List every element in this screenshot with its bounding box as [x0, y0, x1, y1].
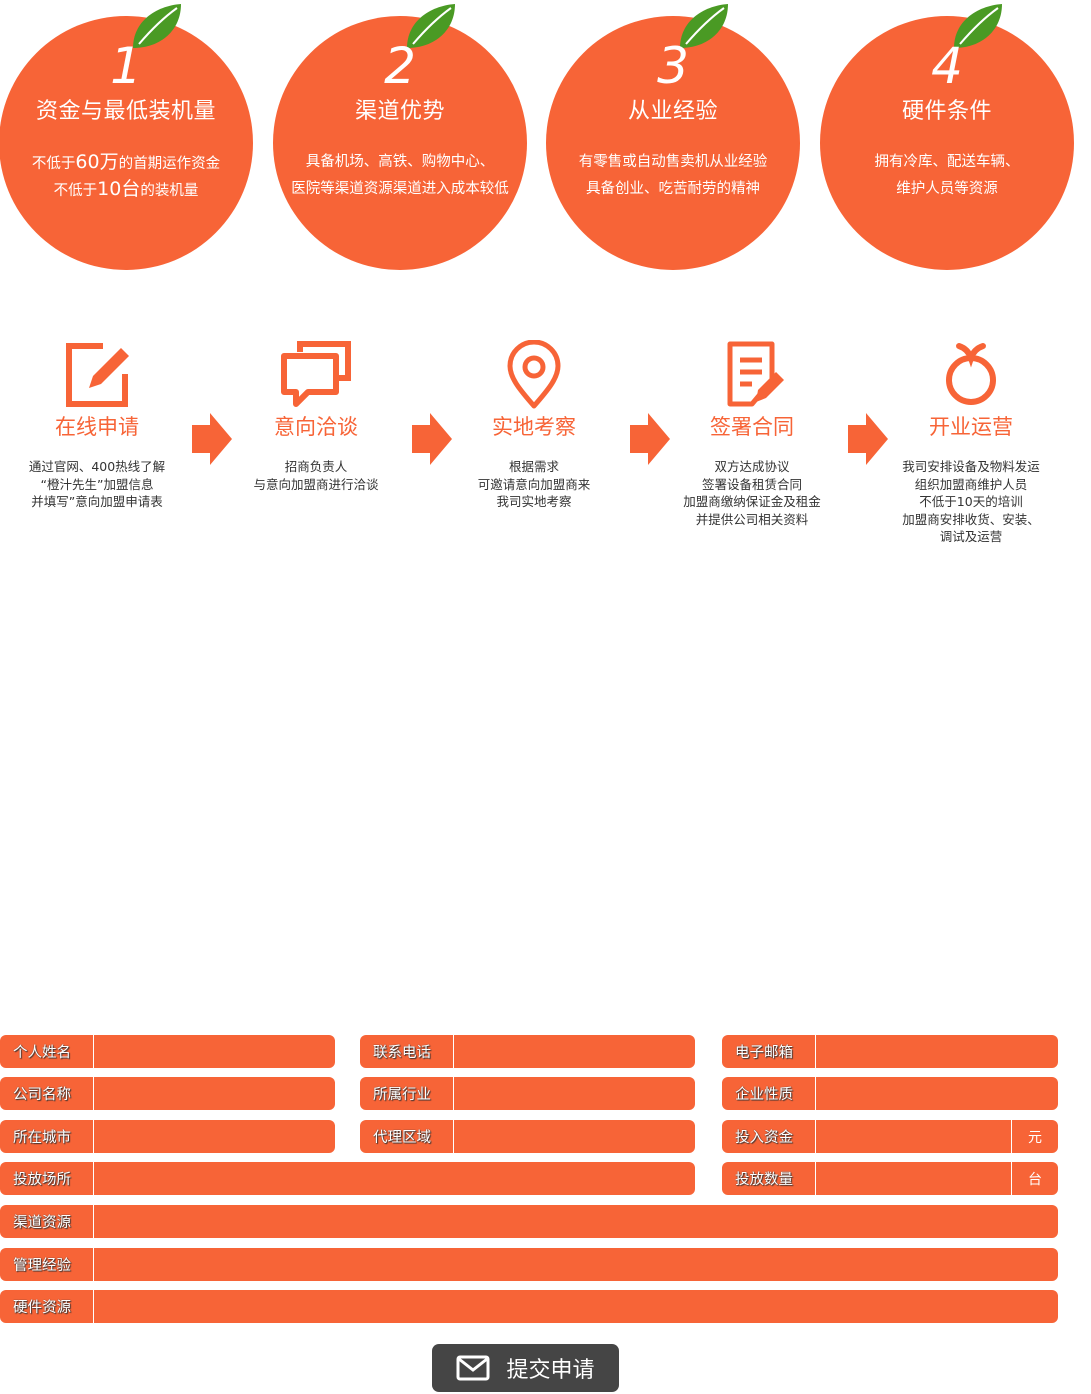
industry-field: 所属行业	[360, 1077, 695, 1110]
nature-label: 企业性质	[722, 1077, 816, 1110]
nature-field: 企业性质	[722, 1077, 1058, 1110]
requirement-number: 2	[384, 37, 416, 95]
hardware-input[interactable]	[94, 1290, 1058, 1323]
requirement-line: 具备创业、吃苦耐劳的精神	[586, 181, 760, 197]
process-step-inspect: 实地考察 根据需求 可邀请意向加盟商来 我司实地考察	[434, 340, 634, 511]
industry-input[interactable]	[454, 1077, 695, 1110]
email-field: 电子邮箱	[722, 1035, 1058, 1068]
mail-icon	[456, 1355, 490, 1381]
process-step-apply: 在线申请 通过官网、400热线了解 “橙汁先生”加盟信息 并填写”意向加盟申请表	[0, 340, 197, 511]
experience-field: 管理经验	[0, 1248, 1058, 1281]
requirement-title: 资金与最低装机量	[35, 99, 216, 124]
email-input[interactable]	[816, 1035, 1058, 1068]
name-field: 个人姓名	[0, 1035, 335, 1068]
step-description: 通过官网、400热线了解 “橙汁先生”加盟信息 并填写”意向加盟申请表	[28, 459, 166, 509]
company-label: 公司名称	[0, 1077, 94, 1110]
venue-field: 投放场所	[0, 1162, 695, 1195]
orange-icon	[946, 343, 996, 405]
location-pin-icon	[507, 340, 561, 409]
region-input[interactable]	[454, 1120, 695, 1153]
process-step-operate: 开业运营 我司安排设备及物料发运 组织加盟商维护人员 不低于10天的培训 加盟商安排收…	[871, 340, 1071, 546]
requirement-card-3: 3 从业经验 有零售或自动售卖机从业经验 具备创业、吃苦耐劳的精神	[546, 3, 800, 270]
industry-label: 所属行业	[360, 1077, 454, 1110]
channel-input[interactable]	[94, 1205, 1058, 1238]
venue-input[interactable]	[94, 1162, 695, 1195]
requirement-line: 医院等渠道资源渠道进入成本较低	[291, 181, 509, 197]
nature-input[interactable]	[816, 1077, 1058, 1110]
step-description: 招商负责人 与意向加盟商进行洽谈	[253, 459, 379, 492]
city-input[interactable]	[94, 1120, 335, 1153]
submit-button[interactable]: 提交申请	[432, 1344, 619, 1392]
requirement-line: 有零售或自动售卖机从业经验	[578, 154, 768, 170]
channel-field: 渠道资源	[0, 1205, 1058, 1238]
requirement-title: 从业经验	[627, 99, 718, 124]
step-description: 根据需求 可邀请意向加盟商来 我司实地考察	[477, 459, 591, 509]
requirement-card-1: 1 资金与最低装机量 不低于60万的首期运作资金 不低于10台的装机量	[0, 3, 253, 270]
requirement-line: 具备机场、高铁、购物中心、	[305, 154, 495, 170]
name-label: 个人姓名	[0, 1035, 94, 1068]
requirement-number: 3	[657, 37, 689, 95]
quantity-input[interactable]	[816, 1162, 1011, 1195]
channel-label: 渠道资源	[0, 1205, 94, 1238]
requirement-line: 维护人员等资源	[896, 181, 998, 197]
region-label: 代理区域	[360, 1120, 454, 1153]
requirement-line: 不低于10台的装机量	[53, 178, 199, 200]
contract-icon	[727, 341, 784, 407]
name-input[interactable]	[94, 1035, 335, 1068]
phone-label: 联系电话	[360, 1035, 454, 1068]
city-label: 所在城市	[0, 1120, 94, 1153]
quantity-label: 投放数量	[722, 1162, 816, 1195]
phone-field: 联系电话	[360, 1035, 695, 1068]
chat-icon	[281, 341, 351, 407]
step-title: 在线申请	[55, 415, 139, 439]
edit-icon	[66, 343, 129, 407]
quantity-unit: 台	[1011, 1162, 1058, 1195]
hardware-label: 硬件资源	[0, 1290, 94, 1323]
hardware-field: 硬件资源	[0, 1290, 1058, 1323]
experience-label: 管理经验	[0, 1248, 94, 1281]
step-description: 双方达成协议 签署设备租赁合同 加盟商缴纳保证金及租金 并提供公司相关资料	[683, 459, 821, 527]
step-title: 开业运营	[929, 415, 1013, 439]
company-field: 公司名称	[0, 1077, 335, 1110]
requirement-line: 不低于60万的首期运作资金	[31, 151, 221, 173]
step-title: 意向洽谈	[274, 415, 358, 439]
phone-input[interactable]	[454, 1035, 695, 1068]
experience-input[interactable]	[94, 1248, 1058, 1281]
step-description: 我司安排设备及物料发运 组织加盟商维护人员 不低于10天的培训 加盟商安排收货、安装、…	[902, 459, 1040, 544]
requirement-number: 4	[931, 37, 963, 95]
step-title: 签署合同	[710, 415, 794, 439]
invest-field: 投入资金 元	[722, 1120, 1058, 1153]
venue-label: 投放场所	[0, 1162, 94, 1195]
requirement-title: 渠道优势	[354, 99, 445, 124]
requirement-title: 硬件条件	[901, 99, 992, 124]
requirement-card-4: 4 硬件条件 拥有冷库、配送车辆、 维护人员等资源	[820, 3, 1074, 270]
company-input[interactable]	[94, 1077, 335, 1110]
requirement-card-2: 2 渠道优势 具备机场、高铁、购物中心、 医院等渠道资源渠道进入成本较低	[273, 3, 527, 270]
region-field: 代理区域	[360, 1120, 695, 1153]
invest-unit: 元	[1011, 1120, 1058, 1153]
process-step-negotiate: 意向洽谈 招商负责人 与意向加盟商进行洽谈	[216, 340, 416, 493]
invest-label: 投入资金	[722, 1120, 816, 1153]
step-title: 实地考察	[492, 415, 576, 439]
process-step-contract: 签署合同 双方达成协议 签署设备租赁合同 加盟商缴纳保证金及租金 并提供公司相关资料	[652, 340, 852, 528]
requirement-line: 拥有冷库、配送车辆、	[874, 154, 1020, 170]
requirement-number: 1	[110, 37, 142, 95]
quantity-field: 投放数量 台	[722, 1162, 1058, 1195]
invest-input[interactable]	[816, 1120, 1011, 1153]
email-label: 电子邮箱	[722, 1035, 816, 1068]
city-field: 所在城市	[0, 1120, 335, 1153]
submit-label: 提交申请	[506, 1358, 595, 1383]
